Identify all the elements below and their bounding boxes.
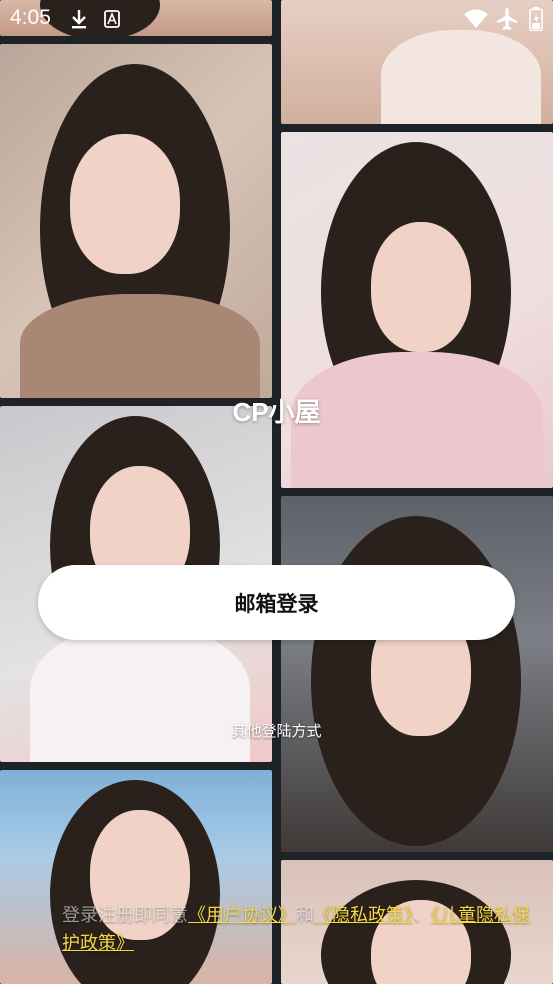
agreement-text: 登录注册即同意《用户协议》和《隐私政策》、《儿童隐私保护政策》 [62,902,547,958]
login-screen: 4:05 CP小屋 邮箱登录 其他登陆方式 登录注册即同意《用户协议》和《隐私政… [0,0,553,984]
status-bar: 4:05 [0,0,553,40]
airplane-icon [496,7,518,35]
other-login-methods-link[interactable]: 其他登陆方式 [0,720,553,741]
agreement-separator: 、 [413,905,431,926]
user-agreement-link[interactable]: 《用户协议》 [188,905,296,926]
a-box-icon [104,10,120,32]
battery-icon [529,7,543,35]
privacy-policy-link[interactable]: 《隐私政策》 [314,905,413,926]
email-login-button[interactable]: 邮箱登录 [38,565,515,640]
agreement-and: 和 [296,905,314,926]
background-photo-right-2 [281,132,553,488]
background-photo-right-3 [281,496,553,852]
email-login-label: 邮箱登录 [234,591,319,616]
agreement-prefix: 登录注册即同意 [62,905,188,926]
app-title: CP小屋 [232,397,321,427]
background-photo-left-2 [0,44,272,398]
wifi-icon [463,8,489,34]
download-icon [70,8,88,34]
status-time: 4:05 [10,6,51,29]
